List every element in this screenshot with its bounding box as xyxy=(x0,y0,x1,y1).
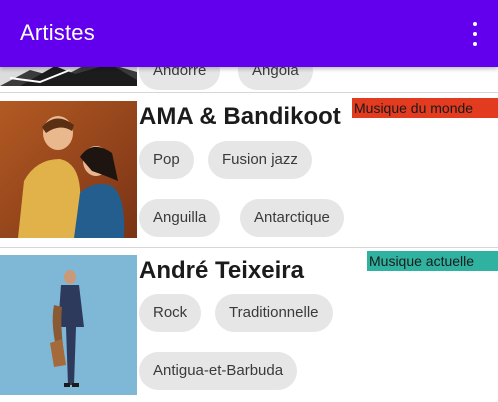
page-title: Artistes xyxy=(20,20,95,45)
category-badge: Musique du monde xyxy=(352,98,498,118)
artist-card[interactable]: André Teixeira Musique actuelle Rock Tra… xyxy=(0,248,498,402)
country-chip[interactable]: Anguilla xyxy=(139,199,221,237)
artist-photo xyxy=(0,101,137,238)
artist-card[interactable]: AMA & Bandikoot Musique du monde Pop Fus… xyxy=(0,93,498,247)
genre-chip[interactable]: Rock xyxy=(139,294,202,332)
country-chip[interactable]: Antarctique xyxy=(240,199,344,237)
genre-chip[interactable]: Pop xyxy=(139,141,194,179)
more-vert-icon[interactable] xyxy=(472,22,478,46)
artist-name: André Teixeira xyxy=(139,257,304,284)
app-bar: Artistes xyxy=(0,0,498,67)
country-chip[interactable]: Antigua-et-Barbuda xyxy=(139,352,298,390)
category-badge: Musique actuelle xyxy=(367,251,498,271)
artist-photo xyxy=(0,255,137,395)
artist-name: AMA & Bandikoot xyxy=(139,103,341,130)
genre-chip[interactable]: Traditionnelle xyxy=(215,294,333,332)
genre-chip[interactable]: Fusion jazz xyxy=(208,141,312,179)
